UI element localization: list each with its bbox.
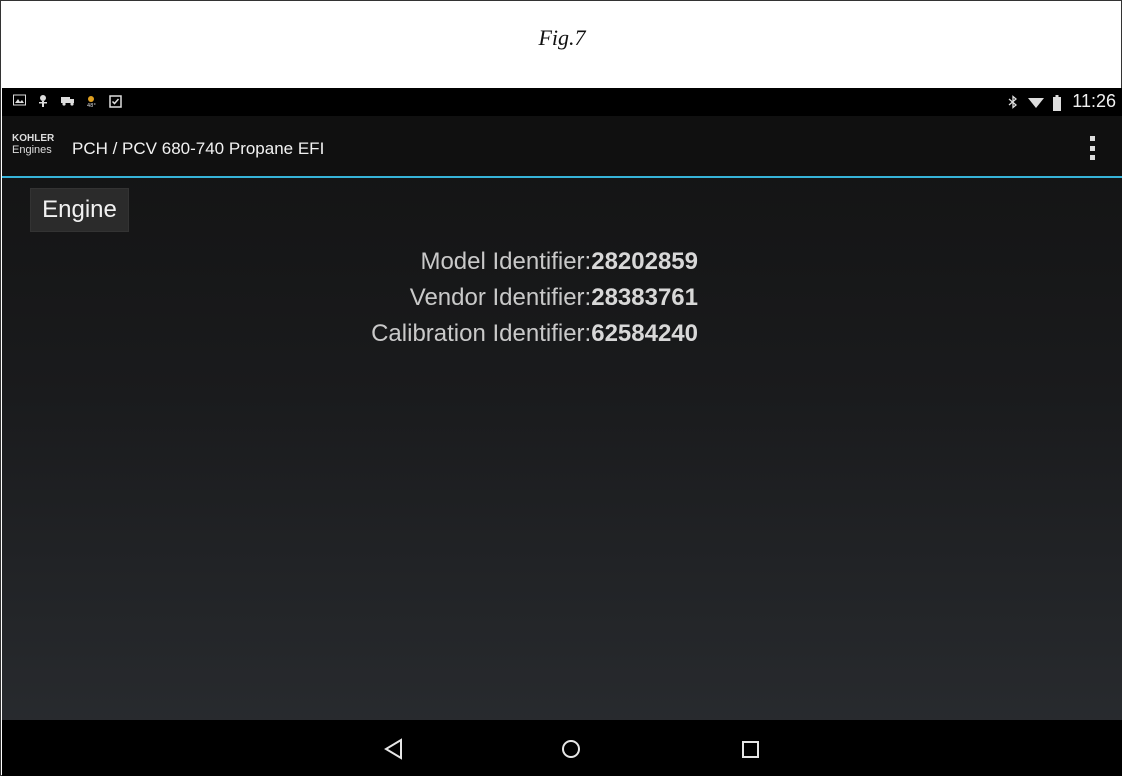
model-identifier-row: Model Identifier:28202859 (420, 248, 698, 276)
home-icon[interactable] (556, 734, 586, 764)
action-bar: KOHLER Engines PCH / PCV 680-740 Propane… (2, 116, 1122, 178)
overflow-dot (1089, 145, 1095, 151)
status-bar: 48° 11:26 (2, 88, 1122, 116)
bluetooth-icon (1006, 94, 1020, 109)
clipboard-check-icon (108, 94, 122, 108)
logo-brand: KOHLER (12, 133, 55, 144)
device-screen: 48° 11:26 KOHLER Engines PCH / PCV 680-7… (2, 88, 1122, 776)
back-icon[interactable] (379, 734, 409, 764)
kohler-logo: KOHLER Engines (12, 133, 64, 163)
identifier-value: 28202859 (591, 248, 698, 275)
figure-frame: Fig.7 48° 11:26 KOHLER Engines PCH / PCV… (0, 0, 1122, 776)
battery-icon (1050, 94, 1064, 111)
identifier-label: Calibration Identifier: (371, 320, 592, 347)
vendor-identifier-row: Vendor Identifier:28383761 (410, 284, 698, 312)
bug-icon (36, 94, 50, 108)
figure-caption: Fig.7 (538, 25, 586, 50)
system-icons: 11:26 (1006, 91, 1116, 112)
identifier-label: Vendor Identifier: (409, 284, 592, 311)
weather-icon: 48° (84, 94, 98, 109)
gallery-icon (12, 94, 26, 108)
status-clock: 11:26 (1072, 91, 1116, 111)
truck-icon (60, 94, 74, 108)
app-title: PCH / PCV 680-740 Propane EFI (72, 139, 325, 158)
logo-sub: Engines (12, 144, 52, 156)
recents-icon[interactable] (735, 734, 765, 764)
navigation-bar (2, 720, 1122, 776)
identifier-label: Model Identifier: (420, 248, 592, 275)
notification-icons: 48° (12, 94, 122, 109)
wifi-icon (1028, 95, 1045, 109)
svg-text:48°: 48° (87, 103, 96, 108)
overflow-menu-icon[interactable] (1088, 136, 1096, 160)
identifier-value: 62584240 (591, 320, 698, 347)
overflow-dot (1089, 136, 1095, 141)
calibration-identifier-row: Calibration Identifier:62584240 (371, 320, 698, 348)
identifier-value: 28383761 (591, 284, 698, 311)
overflow-dot (1089, 155, 1095, 160)
engine-button[interactable]: Engine (30, 188, 129, 232)
